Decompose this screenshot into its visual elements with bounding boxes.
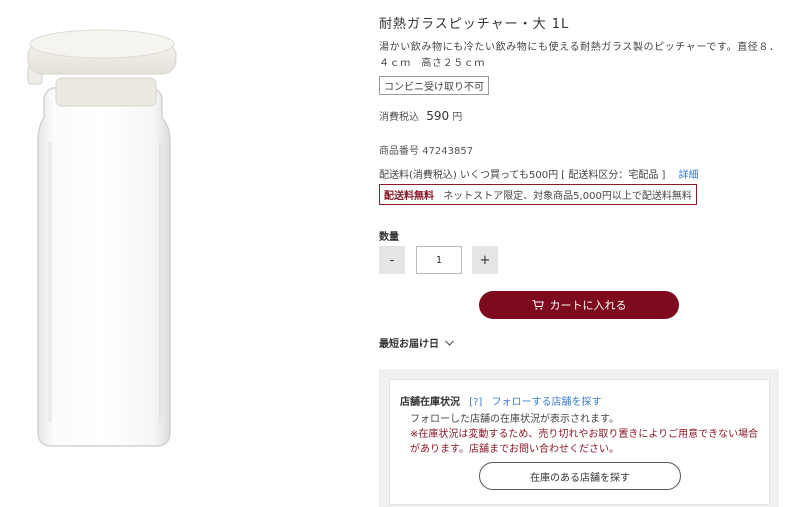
store-stock-panel: 店舗在庫状況 [?] フォローする店舗を探す フォローした店舗の在庫状況が表示さ… xyxy=(379,369,779,507)
sku-row: 商品番号 47243857 xyxy=(379,142,473,157)
store-stock-warning: ※在庫状況は変動するため、売り切れやお取り置きによりご用意できない場合があります… xyxy=(410,429,759,455)
price-row: 消費税込 590 円 xyxy=(379,108,462,123)
store-stock-note: フォローした店舗の在庫状況が表示されます。 xyxy=(410,414,619,425)
store-stock-title: 店舗在庫状況 xyxy=(400,397,460,408)
shipping-row: 配送料(消費税込) いくつ買っても500円 [ 配送料区分：宅配品 ] 詳細 xyxy=(379,166,699,181)
quantity-plus-button[interactable]: + xyxy=(472,246,498,274)
sku-label: 商品番号 xyxy=(379,146,419,157)
product-title: 耐熱ガラスピッチャー・大 1L xyxy=(379,17,570,32)
add-to-cart-button[interactable]: カートに入れる xyxy=(479,291,679,319)
glass-pitcher-image xyxy=(27,29,177,447)
delivery-date-label: 最短お届け日 xyxy=(379,339,439,350)
delivery-date-toggle[interactable]: 最短お届け日 xyxy=(379,335,454,350)
pickup-badge: コンビニ受け取り不可 xyxy=(379,76,489,95)
sku-value: 47243857 xyxy=(422,146,474,157)
cart-icon xyxy=(532,300,544,310)
price-unit: 円 xyxy=(452,112,463,123)
shipping-text: 配送料(消費税込) いくつ買っても500円 [ 配送料区分：宅配品 ] xyxy=(379,170,666,181)
shipping-detail-link[interactable]: 詳細 xyxy=(679,170,699,181)
store-stock-card: 店舗在庫状況 [?] フォローする店舗を探す フォローした店舗の在庫状況が表示さ… xyxy=(389,379,770,505)
price-label: 消費税込 xyxy=(379,112,419,123)
quantity-input[interactable] xyxy=(416,246,462,274)
store-stock-help-link[interactable]: [?] xyxy=(469,397,482,408)
free-shipping-label: 配送料無料 xyxy=(384,191,434,202)
store-stock-header: 店舗在庫状況 [?] フォローする店舗を探す xyxy=(400,393,602,408)
quantity-minus-button[interactable]: - xyxy=(379,246,405,274)
chevron-down-icon xyxy=(445,339,454,346)
product-description: 湯かい飲み物にも冷たい飲み物にも使える耐熱ガラス製のピッチャーです。直径８．４ｃ… xyxy=(379,42,780,69)
free-shipping-text: ネットストア限定、対象商品5,000円以上で配送料無料 xyxy=(443,191,692,202)
quantity-label: 数量 xyxy=(379,232,399,243)
find-followed-store-link[interactable]: フォローする店舗を探す xyxy=(492,397,602,408)
find-store-with-stock-button[interactable]: 在庫のある店舗を探す xyxy=(479,462,681,490)
price-value: 590 xyxy=(426,109,450,123)
add-to-cart-label: カートに入れる xyxy=(549,299,627,312)
product-image xyxy=(22,22,184,452)
free-shipping-banner: 配送料無料 ネットストア限定、対象商品5,000円以上で配送料無料 xyxy=(379,184,697,205)
